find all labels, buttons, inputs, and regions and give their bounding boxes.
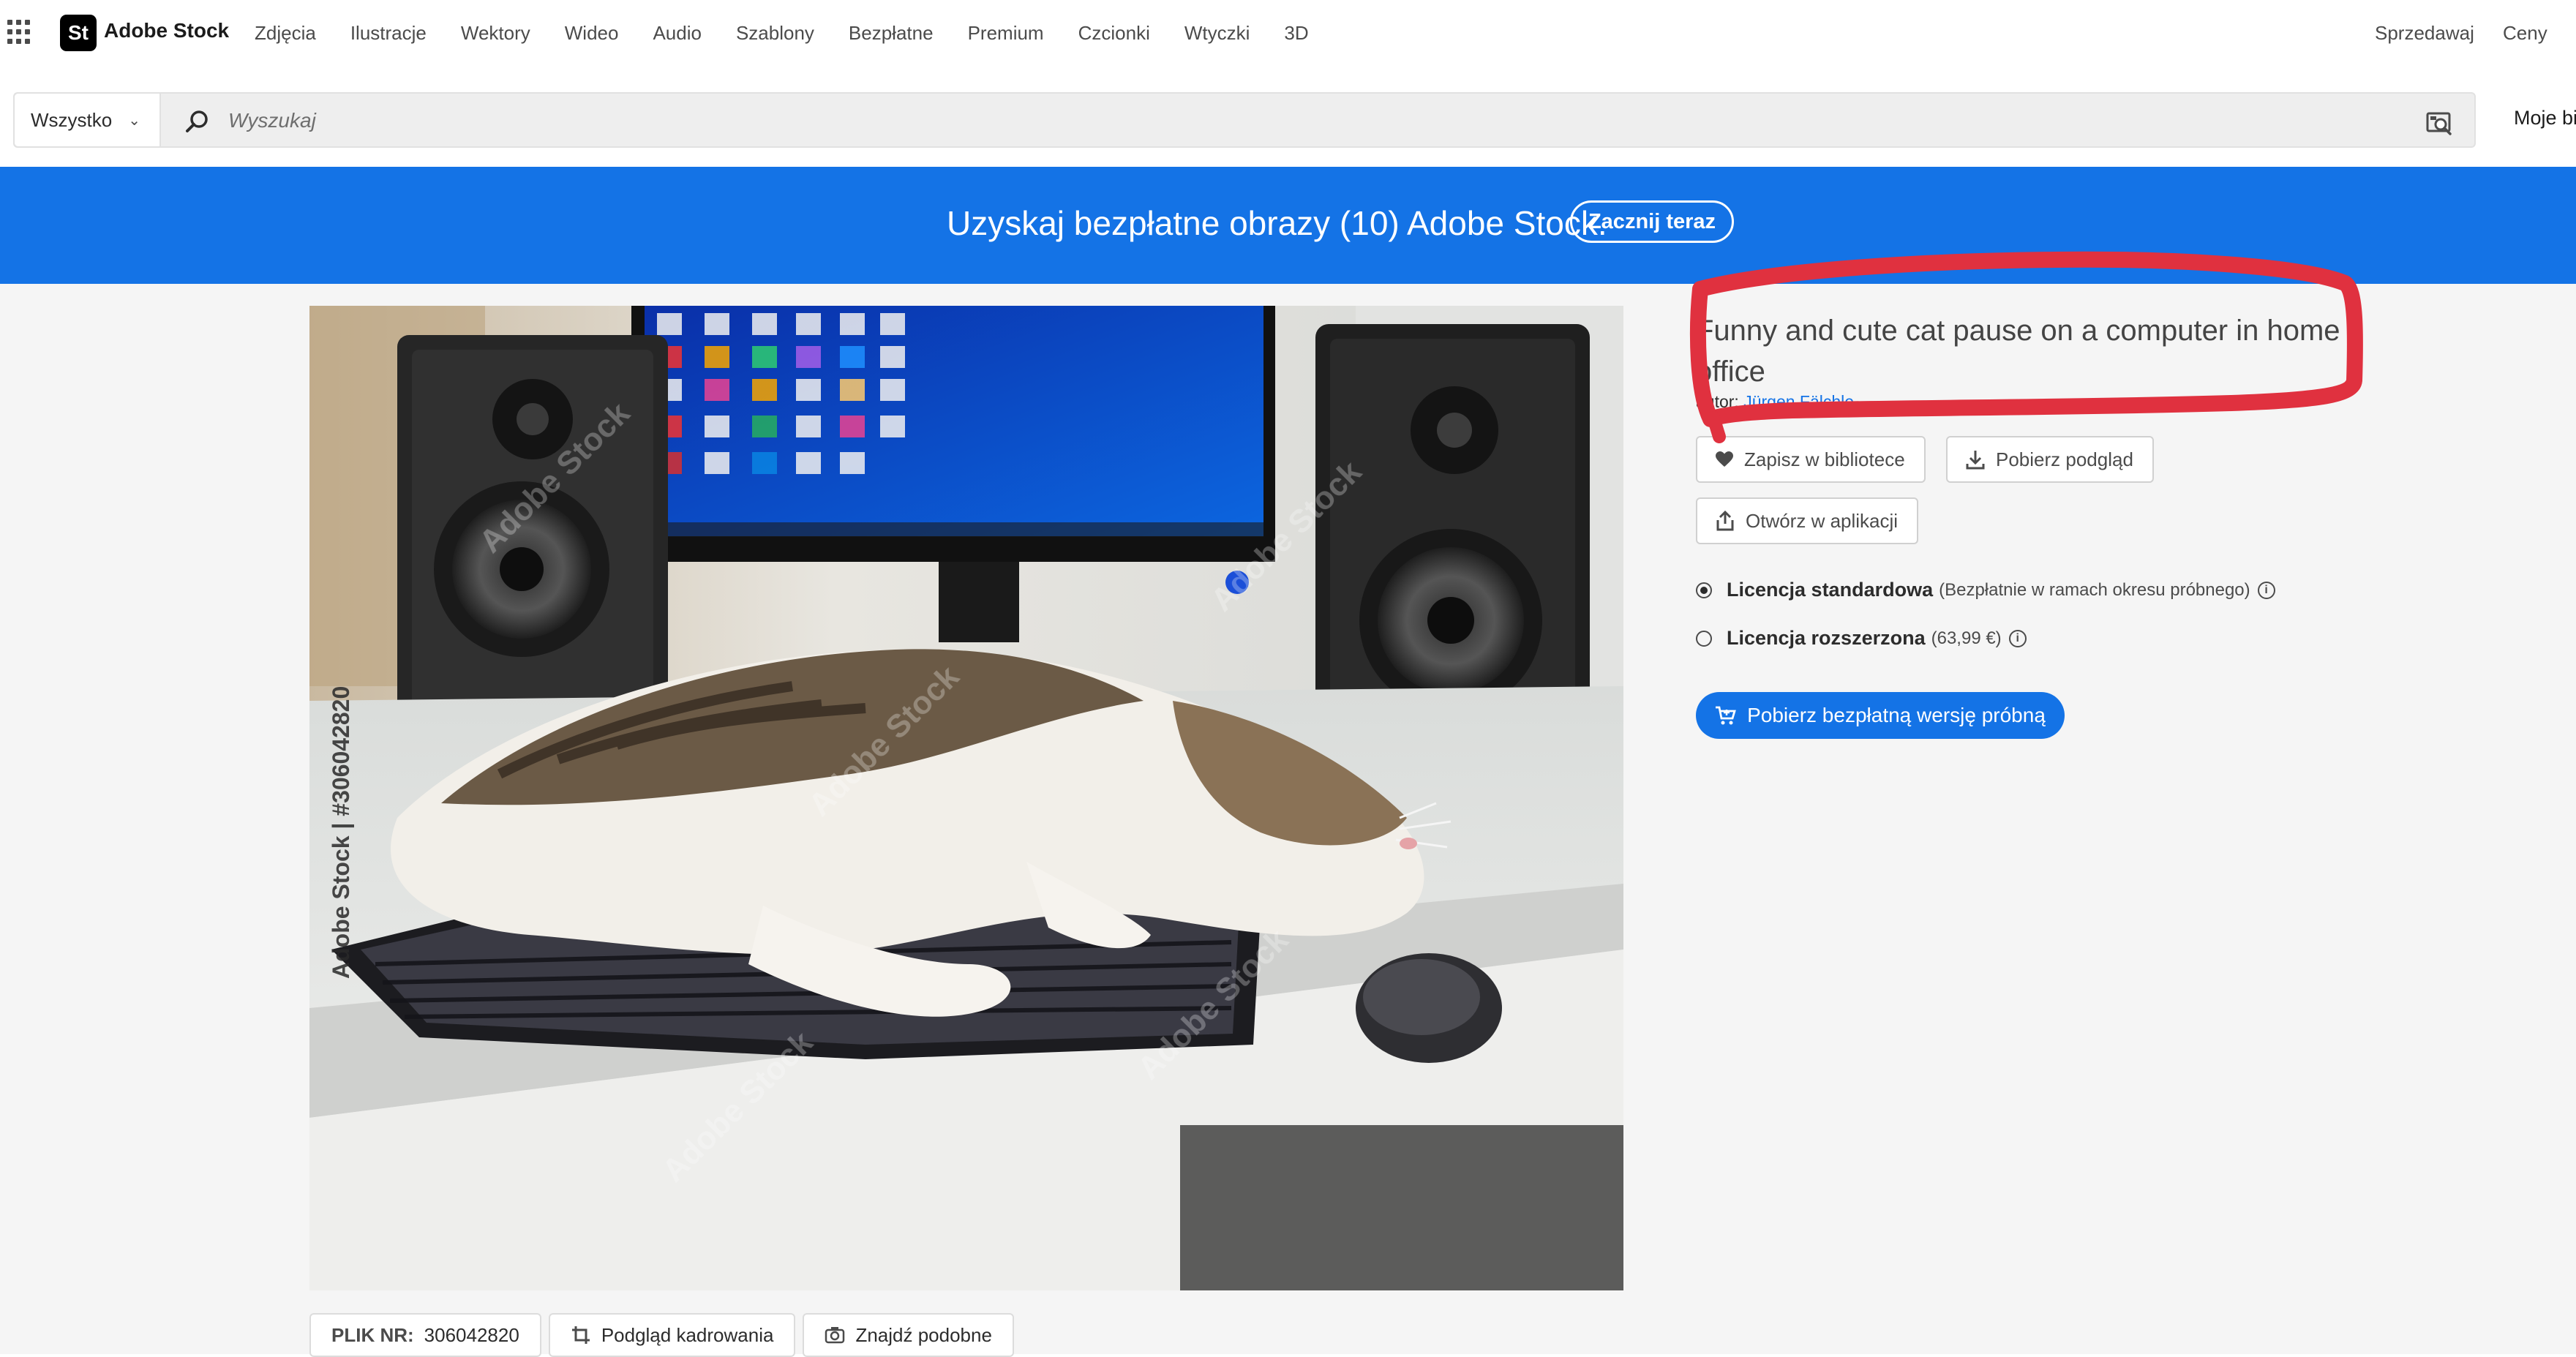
save-to-library-button[interactable]: Zapisz w bibliotece bbox=[1696, 436, 1926, 483]
license-standard-radio[interactable] bbox=[1696, 582, 1712, 598]
asset-title: Funny and cute cat pause on a computer i… bbox=[1696, 315, 2340, 388]
nav-link-sprzedawaj[interactable]: Sprzedawaj bbox=[2375, 0, 2474, 66]
nav-link-wektory[interactable]: Wektory bbox=[461, 22, 530, 45]
author-prefix: autor: bbox=[1696, 392, 1739, 411]
app-name[interactable]: Adobe Stock bbox=[104, 19, 229, 42]
cat-on-desk-photo: Adobe Stock Adobe Stock Adobe Stock Adob… bbox=[309, 306, 1623, 1290]
free-trial-button[interactable]: Pobierz bezpłatną wersję próbną bbox=[1696, 692, 2065, 739]
search-scope-dropdown[interactable]: Wszystko ⌄ bbox=[15, 94, 161, 146]
asset-detail: Adobe Stock Adobe Stock Adobe Stock Adob… bbox=[0, 284, 2576, 1357]
nav-link-zdjecia[interactable]: Zdjęcia bbox=[255, 22, 316, 45]
app-switcher-icon[interactable] bbox=[7, 20, 32, 45]
search-scope-label: Wszystko bbox=[31, 108, 113, 131]
license-extended-detail: (63,99 €) bbox=[1931, 628, 2002, 648]
chevron-down-icon: ⌄ bbox=[128, 112, 140, 129]
file-number-value: 306042820 bbox=[424, 1323, 519, 1346]
nav-link-wtyczki[interactable]: Wtyczki bbox=[1184, 22, 1250, 45]
heart-icon bbox=[1716, 451, 1733, 467]
nav-link-audio[interactable]: Audio bbox=[653, 22, 702, 45]
nav-link-bezplatne[interactable]: Bezpłatne bbox=[849, 22, 934, 45]
search-bar: Wszystko ⌄ bbox=[13, 92, 2476, 148]
nav-link-ceny[interactable]: Ceny bbox=[2503, 0, 2547, 66]
license-extended-name: Licencja rozszerzona bbox=[1727, 627, 1926, 649]
find-similar-label: Znajdź podobne bbox=[855, 1323, 992, 1346]
search-icon bbox=[186, 110, 208, 132]
free-trial-label: Pobierz bezpłatną wersję próbną bbox=[1747, 704, 2046, 726]
info-icon[interactable]: i bbox=[2008, 629, 2027, 647]
asset-meta-row: PLIK NR: 306042820 Podgląd kadrowania Zn… bbox=[309, 1313, 1014, 1357]
file-number-chip: PLIK NR: 306042820 bbox=[309, 1313, 541, 1357]
promo-text: Uzyskaj bezpłatne obrazy (10) Adobe Stoc… bbox=[947, 204, 1607, 242]
top-navigation: St Adobe Stock Zdjęcia Ilustracje Wektor… bbox=[0, 0, 2576, 73]
nav-link-czcionki[interactable]: Czcionki bbox=[1078, 22, 1150, 45]
open-in-app-button[interactable]: Otwórz w aplikacji bbox=[1696, 497, 1919, 544]
info-icon[interactable]: i bbox=[2257, 581, 2275, 599]
download-preview-label: Pobierz podgląd bbox=[1996, 448, 2133, 470]
open-in-app-label: Otwórz w aplikacji bbox=[1746, 509, 1899, 532]
start-now-button[interactable]: Zacznij teraz bbox=[1570, 200, 1734, 243]
visual-search-icon[interactable] bbox=[2425, 108, 2454, 138]
adobe-stock-logo[interactable]: St bbox=[60, 15, 97, 51]
nav-link-ilustracje[interactable]: Ilustracje bbox=[350, 22, 427, 45]
cart-icon bbox=[1716, 706, 1736, 725]
license-standard-name: Licencja standardowa bbox=[1727, 579, 1934, 601]
nav-link-wideo[interactable]: Wideo bbox=[565, 22, 619, 45]
camera-icon bbox=[825, 1327, 845, 1344]
find-similar-button[interactable]: Znajdź podobne bbox=[803, 1313, 1014, 1357]
nav-link-premium[interactable]: Premium bbox=[968, 22, 1044, 45]
download-icon bbox=[1966, 451, 1985, 470]
download-preview-button[interactable]: Pobierz podgląd bbox=[1946, 436, 2154, 483]
license-standard-detail: (Bezpłatnie w ramach okresu próbnego) bbox=[1939, 579, 2250, 600]
search-input[interactable] bbox=[227, 102, 2351, 139]
nav-link-3d[interactable]: 3D bbox=[1284, 22, 1308, 45]
license-standard-option[interactable]: Licencja standardowa (Bezpłatnie w ramac… bbox=[1696, 579, 2275, 601]
category-nav: Zdjęcia Ilustracje Wektory Wideo Audio S… bbox=[255, 0, 1343, 66]
author-line: autor: Jürgen Fälchle bbox=[1696, 392, 1854, 412]
crop-preview-button[interactable]: Podgląd kadrowania bbox=[548, 1313, 796, 1357]
file-number-label: PLIK NR: bbox=[331, 1323, 414, 1346]
asset-preview-image[interactable]: Adobe Stock Adobe Stock Adobe Stock Adob… bbox=[309, 306, 1623, 1290]
share-icon bbox=[1716, 511, 1734, 531]
save-to-library-label: Zapisz w bibliotece bbox=[1744, 448, 1905, 470]
license-extended-radio[interactable] bbox=[1696, 630, 1712, 647]
crop-preview-label: Podgląd kadrowania bbox=[601, 1323, 774, 1346]
watermark-id: Adobe Stock | #306042820 bbox=[328, 685, 354, 979]
search-row: Wszystko ⌄ Moje bi bbox=[0, 72, 2576, 167]
license-extended-option[interactable]: Licencja rozszerzona (63,99 €) i bbox=[1696, 627, 2027, 650]
my-libraries-link[interactable]: Moje bi bbox=[2514, 107, 2576, 129]
author-link[interactable]: Jürgen Fälchle bbox=[1743, 392, 1854, 411]
nav-link-szablony[interactable]: Szablony bbox=[736, 22, 814, 45]
promo-banner: Uzyskaj bezpłatne obrazy (10) Adobe Stoc… bbox=[0, 167, 2576, 284]
crop-icon bbox=[571, 1326, 590, 1344]
